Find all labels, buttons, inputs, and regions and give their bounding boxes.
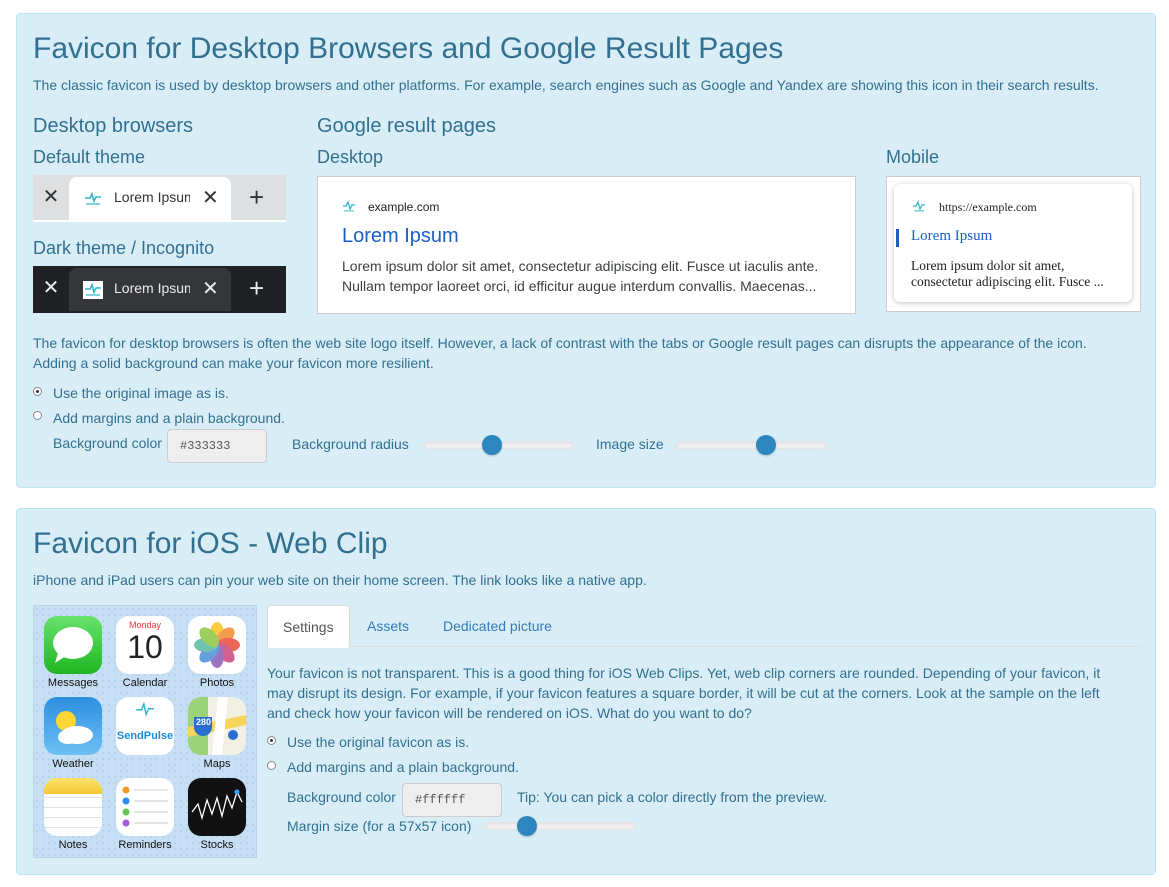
- slider-knob[interactable]: [516, 816, 537, 836]
- messages-icon: [44, 616, 102, 674]
- image-size-slider[interactable]: [676, 435, 826, 455]
- close-icon: ✕: [202, 187, 219, 209]
- app-maps: 280 Maps: [188, 697, 246, 770]
- section-title: Favicon for iOS - Web Clip: [33, 527, 388, 560]
- app-calendar: Monday 10 Calendar: [116, 616, 174, 689]
- result-title[interactable]: Lorem Ipsum: [911, 228, 992, 245]
- settings-tabs: Settings Assets Dedicated picture: [267, 605, 1141, 648]
- close-icon: ✕: [42, 186, 60, 208]
- browser-tabbar-dark: ✕ Lorem Ipsum ✕ +: [33, 266, 286, 313]
- close-icon: ✕: [202, 278, 219, 300]
- google-desktop-preview: example.com Lorem Ipsum Lorem ipsum dolo…: [317, 176, 856, 314]
- desktop-browsers-heading: Desktop browsers: [33, 115, 194, 137]
- app-label: Photos: [199, 677, 235, 689]
- weather-icon: [44, 697, 102, 755]
- result-site: example.com: [368, 200, 440, 214]
- app-label: Stocks: [200, 839, 234, 851]
- result-snippet: Lorem ipsum dolor sit amet, consectetur …: [342, 258, 819, 294]
- option-margins-label[interactable]: Add margins and a plain background.: [53, 410, 285, 426]
- section-title: Favicon for Desktop Browsers and Google …: [33, 32, 784, 65]
- tab-title: Lorem Ipsum: [114, 280, 190, 296]
- image-size-label: Image size: [596, 436, 664, 452]
- accent-bar: [896, 229, 899, 247]
- google-results-heading: Google result pages: [317, 115, 497, 137]
- sendpulse-icon: SendPulse: [116, 697, 174, 755]
- section-description: The classic favicon is used by desktop b…: [33, 77, 1099, 93]
- slider-knob[interactable]: [755, 435, 776, 455]
- maps-icon: 280: [188, 697, 246, 755]
- app-photos: Photos: [188, 616, 246, 689]
- app-messages: Messages: [44, 616, 102, 689]
- result-site: https://example.com: [939, 200, 1037, 214]
- app-label: Reminders: [118, 839, 172, 851]
- dark-theme-label: Dark theme / Incognito: [33, 238, 215, 258]
- tab-title: Lorem Ipsum: [114, 189, 190, 205]
- browser-tab: Lorem Ipsum ✕: [69, 177, 231, 220]
- result-title[interactable]: Lorem Ipsum: [342, 225, 459, 248]
- default-theme-label: Default theme: [33, 147, 146, 167]
- ios-favicon-panel: Favicon for iOS - Web Clip iPhone and iP…: [16, 508, 1156, 875]
- result-snippet: Lorem ipsum dolor sit amet, consectetur …: [911, 258, 1104, 289]
- app-label: Notes: [58, 839, 88, 851]
- app-reminders: Reminders: [116, 778, 174, 851]
- app-sendpulse: SendPulse: [116, 697, 174, 758]
- google-mobile-label: Mobile: [886, 147, 940, 167]
- ios-explanation: Your favicon is not transparent. This is…: [267, 665, 1101, 721]
- close-icon: ✕: [42, 277, 60, 299]
- note-line-1: The favicon for desktop browsers is ofte…: [33, 335, 1087, 351]
- reminders-icon: [116, 778, 174, 836]
- calendar-icon: Monday 10: [116, 616, 174, 674]
- section-description: iPhone and iPad users can pin your web s…: [33, 572, 647, 588]
- favicon-icon: [83, 281, 103, 299]
- google-desktop-label: Desktop: [317, 147, 384, 167]
- notes-icon: [44, 778, 102, 836]
- app-label: Calendar: [122, 677, 168, 689]
- app-notes: Notes: [44, 778, 102, 851]
- background-color-label: Background color: [287, 789, 396, 805]
- margin-size-slider[interactable]: [486, 816, 636, 836]
- mobile-result-card: https://example.com Lorem Ipsum Lorem ip…: [894, 184, 1132, 302]
- browser-tab: Lorem Ipsum ✕: [69, 268, 231, 311]
- app-label: Messages: [47, 677, 99, 689]
- background-color-input[interactable]: #333333: [167, 429, 267, 463]
- background-color-input[interactable]: #ffffff: [402, 783, 502, 817]
- radio-margins[interactable]: [33, 411, 42, 420]
- background-radius-label: Background radius: [292, 436, 409, 452]
- google-mobile-preview: https://example.com Lorem Ipsum Lorem ip…: [886, 176, 1141, 312]
- app-stocks: Stocks: [188, 778, 246, 851]
- color-tip: Tip: You can pick a color directly from …: [517, 789, 827, 805]
- stocks-icon: [188, 778, 246, 836]
- plus-icon: +: [249, 182, 265, 212]
- app-weather: Weather: [44, 697, 102, 770]
- note-line-2: Adding a solid background can make your …: [33, 355, 434, 371]
- app-label: Maps: [203, 758, 231, 770]
- background-color-label: Background color: [53, 435, 162, 451]
- ios-home-preview[interactable]: Messages Monday 10 Calendar Photos Weath…: [33, 605, 257, 858]
- option-margins-label[interactable]: Add margins and a plain background.: [287, 759, 519, 775]
- radio-margins[interactable]: [267, 761, 276, 770]
- radio-original[interactable]: [33, 387, 42, 396]
- browser-tabbar-light: ✕ Lorem Ipsum ✕ +: [33, 175, 286, 222]
- favicon-icon: [913, 200, 925, 212]
- favicon-icon: [343, 200, 355, 212]
- tab-assets[interactable]: Assets: [352, 605, 424, 647]
- photos-icon: [188, 616, 246, 674]
- slider-knob[interactable]: [481, 435, 502, 455]
- option-original-label[interactable]: Use the original favicon as is.: [287, 734, 469, 750]
- margin-size-label: Margin size (for a 57x57 icon): [287, 818, 472, 834]
- app-label: Weather: [52, 758, 94, 770]
- favicon-icon: [85, 191, 101, 205]
- tab-dedicated-picture[interactable]: Dedicated picture: [428, 605, 567, 647]
- desktop-favicon-panel: Favicon for Desktop Browsers and Google …: [16, 13, 1156, 488]
- tab-settings[interactable]: Settings: [267, 605, 350, 648]
- background-radius-slider[interactable]: [424, 435, 574, 455]
- plus-icon: +: [249, 273, 265, 303]
- radio-original[interactable]: [267, 736, 276, 745]
- option-original-label[interactable]: Use the original image as is.: [53, 385, 229, 401]
